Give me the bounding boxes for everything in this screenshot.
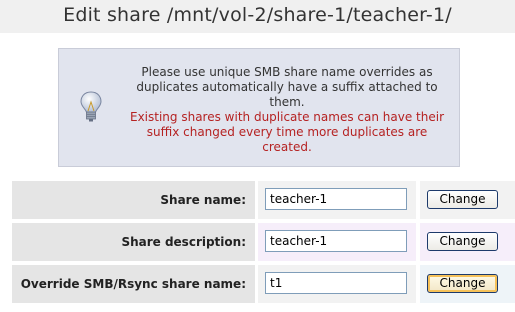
share-name-label: Share name: [12, 181, 255, 219]
info-notice: Please use unique SMB share name overrid… [58, 48, 460, 167]
override-share-name-row: Override SMB/Rsync share name: Change [12, 265, 515, 303]
notice-info-text: Please use unique SMB share name overrid… [136, 65, 438, 109]
share-description-row: Share description: Change [12, 223, 515, 261]
change-share-description-button[interactable]: Change [427, 232, 498, 251]
share-description-input-cell [258, 223, 416, 261]
lightbulb-icon [79, 90, 103, 124]
change-share-name-button[interactable]: Change [427, 190, 498, 209]
share-name-input[interactable] [265, 188, 407, 210]
override-share-name-button-cell: Change [420, 265, 515, 303]
share-description-label: Share description: [12, 223, 255, 261]
share-name-input-cell [258, 181, 416, 219]
change-override-share-name-button[interactable]: Change [427, 274, 498, 293]
override-share-name-input[interactable] [265, 272, 407, 294]
share-name-row: Share name: Change [12, 181, 515, 219]
override-share-name-input-cell [258, 265, 416, 303]
share-description-input[interactable] [265, 230, 407, 252]
notice-text: Please use unique SMB share name overrid… [125, 65, 449, 155]
share-name-button-cell: Change [420, 181, 515, 219]
notice-warning-text: Existing shares with duplicate names can… [130, 110, 444, 154]
override-share-name-label: Override SMB/Rsync share name: [12, 265, 255, 303]
page-title: Edit share /mnt/vol-2/share-1/teacher-1/ [0, 0, 515, 33]
share-description-button-cell: Change [420, 223, 515, 261]
